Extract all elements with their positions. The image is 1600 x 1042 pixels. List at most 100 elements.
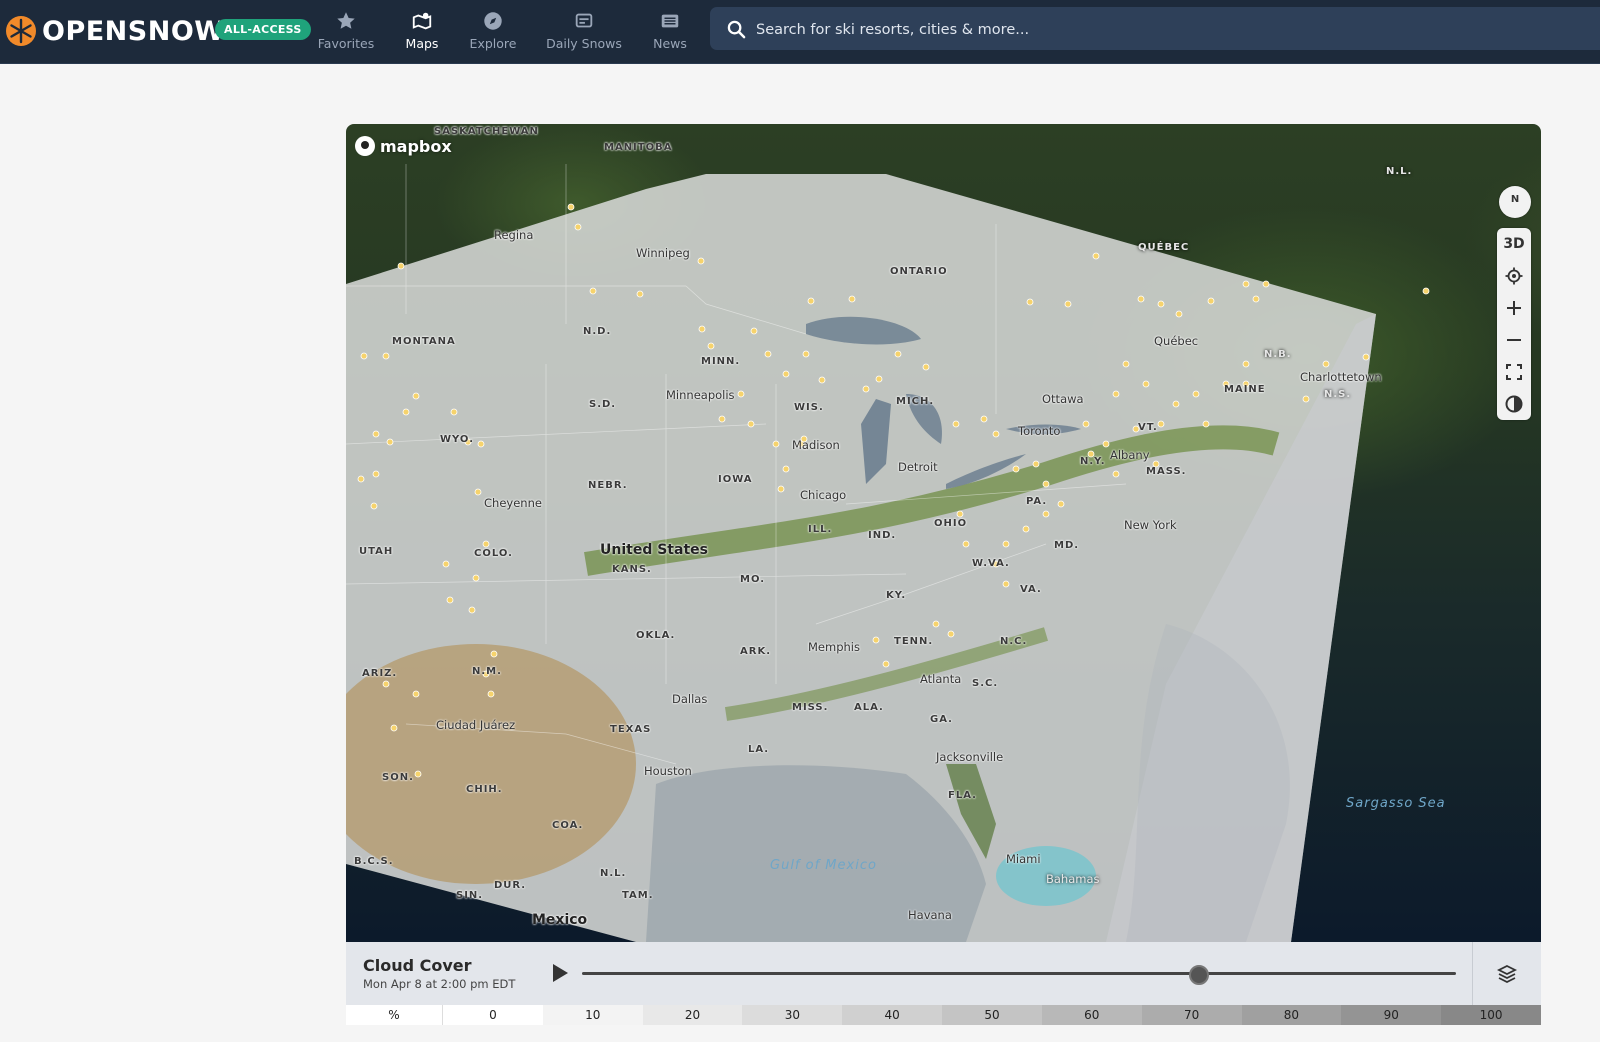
map-label: TEXAS	[610, 724, 652, 735]
map-label: SON.	[382, 772, 414, 783]
minus-icon	[1507, 339, 1521, 341]
map-label: IND.	[868, 530, 897, 541]
map-label: MICH.	[896, 396, 935, 407]
fullscreen-button[interactable]	[1497, 356, 1531, 388]
star-icon	[337, 12, 355, 29]
map-label: IOWA	[718, 474, 753, 485]
map-label-country: United States	[600, 542, 708, 558]
map-label-city: Toronto	[1018, 424, 1061, 438]
map-label: MINN.	[701, 356, 741, 367]
map-controls: 3D	[1497, 228, 1531, 420]
map-label-country: Mexico	[532, 912, 588, 928]
map-label: GA.	[930, 714, 953, 725]
map-label-city: Ciudad Juárez	[436, 718, 516, 732]
map-label: ARK.	[740, 646, 771, 657]
map-label: S.D.	[589, 399, 617, 410]
legend-stop: 10	[542, 1005, 643, 1025]
all-access-badge: ALL-ACCESS	[215, 19, 311, 40]
zoom-out-button[interactable]	[1497, 324, 1531, 356]
nav-news[interactable]: News	[650, 6, 690, 58]
search-input[interactable]	[754, 7, 1578, 52]
map-label: COA.	[552, 820, 584, 831]
3d-label: 3D	[1503, 236, 1525, 252]
search-icon	[727, 20, 746, 39]
map-label: DUR.	[494, 880, 527, 891]
play-button[interactable]	[553, 964, 568, 982]
map-label: NEBR.	[588, 480, 628, 491]
compass-button[interactable]: N	[1499, 186, 1531, 218]
legend-stop: 80	[1241, 1005, 1342, 1025]
top-nav-bar: OPENSNOW ALL-ACCESS Favorites Maps Explo…	[0, 0, 1600, 63]
3d-toggle-button[interactable]: 3D	[1497, 228, 1531, 260]
map-label: QUÉBEC	[1138, 242, 1190, 253]
map-label: KY.	[886, 590, 907, 601]
map-label-water: Gulf of Mexico	[770, 858, 877, 873]
legend-unit: %	[346, 1005, 443, 1025]
map-label: MISS.	[792, 702, 829, 713]
legend-stop: 100	[1441, 1005, 1541, 1025]
map-label: UTAH	[359, 546, 394, 557]
map-label-city: Jacksonville	[936, 750, 1004, 764]
news-icon	[661, 14, 679, 28]
layers-button[interactable]	[1472, 942, 1541, 1005]
map-label-city: Minneapolis	[666, 388, 735, 402]
nav-label: News	[653, 36, 687, 51]
map-label: COLO.	[474, 548, 513, 559]
mapbox-logo-icon	[355, 136, 375, 156]
compass-icon	[484, 12, 502, 30]
nav-label: Maps	[405, 36, 439, 51]
timeline-slider-track[interactable]	[582, 965, 1456, 985]
map-label: N.D.	[583, 326, 612, 337]
map-label-city: Charlottetown	[1300, 370, 1382, 384]
map-label-city: Madison	[792, 438, 840, 452]
nav-daily-snows[interactable]: Daily Snows	[546, 6, 622, 58]
map-label: W.VA.	[972, 558, 1010, 569]
weather-map[interactable]: mapbox SASKATCHEWAN MANITOBA ONTARIO QUÉ…	[346, 124, 1541, 942]
map-label-city: Miami	[1006, 852, 1041, 866]
theme-toggle-button[interactable]	[1497, 388, 1531, 420]
map-label: KANS.	[612, 564, 652, 575]
legend-stop: 70	[1141, 1005, 1242, 1025]
map-label: PA.	[1026, 496, 1048, 507]
map-label: OHIO	[934, 518, 968, 529]
map-label-city: Winnipeg	[636, 246, 690, 260]
timeline-slider-thumb[interactable]	[1189, 965, 1210, 985]
brand-logo[interactable]: OPENSNOW	[4, 12, 225, 50]
map-label: VA.	[1020, 584, 1042, 595]
legend-stop: 0	[443, 1005, 543, 1025]
map-label: FLA.	[948, 790, 977, 801]
map-label-water: Sargasso Sea	[1346, 796, 1446, 811]
locate-button[interactable]	[1497, 260, 1531, 292]
map-label-city: New York	[1124, 518, 1177, 532]
brand-name: OPENSNOW	[42, 15, 225, 47]
map-label-city: Bahamas	[1046, 872, 1100, 886]
nav-explore[interactable]: Explore	[468, 6, 518, 58]
zoom-in-button[interactable]	[1497, 292, 1531, 324]
map-label-city: Québec	[1154, 334, 1199, 348]
map-label-city: Atlanta	[920, 672, 962, 686]
mapbox-text: mapbox	[380, 136, 452, 156]
legend-stop: 60	[1041, 1005, 1142, 1025]
map-label: N.L.	[1386, 166, 1413, 177]
map-label-city: Cheyenne	[484, 496, 542, 510]
map-label-city: Havana	[908, 908, 952, 922]
mapbox-attribution[interactable]: mapbox	[355, 136, 452, 156]
map-label-city: Dallas	[672, 692, 708, 706]
layers-icon	[1496, 964, 1518, 983]
map-label: TENN.	[894, 636, 934, 647]
map-label: N.C.	[1000, 636, 1028, 647]
compass-north-label: N	[1510, 194, 1520, 205]
map-label: S.C.	[972, 678, 999, 689]
map-label: N.M.	[472, 666, 502, 677]
opensnow-logo-icon	[6, 16, 36, 46]
map-label: N.Y.	[1080, 456, 1106, 467]
nav-label: Favorites	[317, 36, 375, 51]
search-bar[interactable]	[710, 7, 1600, 52]
fullscreen-icon	[1506, 364, 1522, 380]
nav-label: Daily Snows	[546, 36, 622, 51]
map-label: SASKATCHEWAN	[434, 126, 539, 137]
map-label: MANITOBA	[604, 142, 673, 153]
map-label: OKLA.	[636, 630, 676, 641]
nav-favorites[interactable]: Favorites	[318, 6, 374, 58]
nav-maps[interactable]: Maps	[402, 6, 442, 58]
